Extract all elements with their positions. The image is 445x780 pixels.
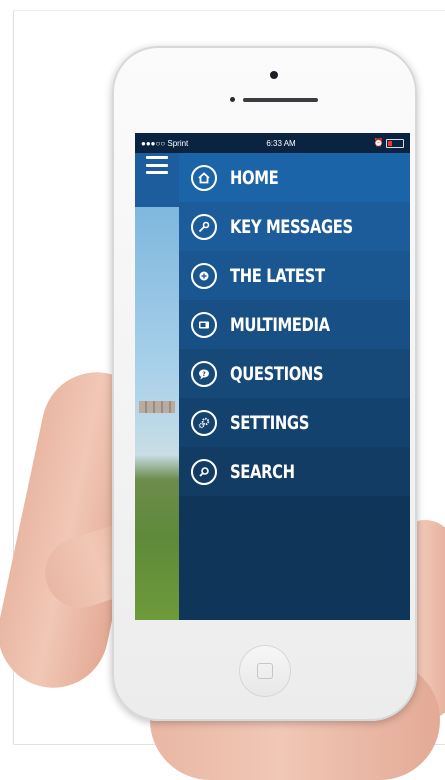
home-button-square-icon <box>257 663 273 679</box>
background-photo <box>135 207 179 620</box>
news-icon <box>191 262 217 289</box>
menu-item-home[interactable]: HOME <box>179 153 410 202</box>
front-camera <box>270 71 278 79</box>
menu-item-the-latest[interactable]: THE LATEST <box>179 251 410 300</box>
speaker-slot <box>243 97 318 102</box>
menu-item-settings[interactable]: SETTINGS <box>179 398 410 447</box>
menu-item-label: SETTINGS <box>230 411 309 434</box>
carrier-label: ●●●○○ Sprint <box>141 138 189 148</box>
search-icon <box>191 458 217 485</box>
menu-item-questions[interactable]: ? QUESTIONS <box>179 349 410 398</box>
battery-icon: ⏰ <box>374 138 404 148</box>
svg-text:?: ? <box>202 370 206 377</box>
earpiece <box>230 97 318 102</box>
menu-item-label: SEARCH <box>230 460 295 483</box>
proximity-sensor <box>230 97 235 102</box>
gear-icon <box>191 409 217 436</box>
menu-item-key-messages[interactable]: KEY MESSAGES <box>179 202 410 251</box>
side-menu: HOME KEY MESSAGES THE LATEST MULTIMEDIA … <box>179 153 410 620</box>
menu-item-label: HOME <box>230 166 279 189</box>
key-icon <box>191 213 217 240</box>
menu-item-search[interactable]: SEARCH <box>179 447 410 496</box>
photo-buildings <box>139 401 175 413</box>
phone-screen: ●●●○○ Sprint 6:33 AM ⏰ HOME KEY MESSAGES… <box>135 133 410 620</box>
status-bar: ●●●○○ Sprint 6:33 AM ⏰ <box>135 133 410 153</box>
menu-item-label: THE LATEST <box>230 264 325 287</box>
menu-item-multimedia[interactable]: MULTIMEDIA <box>179 300 410 349</box>
hamburger-menu-icon[interactable] <box>146 156 168 174</box>
media-icon <box>191 311 217 338</box>
question-icon: ? <box>191 360 217 387</box>
home-button[interactable] <box>239 645 291 697</box>
menu-item-label: KEY MESSAGES <box>230 215 353 238</box>
clock: 6:33 AM <box>266 138 296 148</box>
menu-item-label: MULTIMEDIA <box>230 313 330 336</box>
menu-item-label: QUESTIONS <box>230 362 324 385</box>
home-icon <box>191 164 217 191</box>
